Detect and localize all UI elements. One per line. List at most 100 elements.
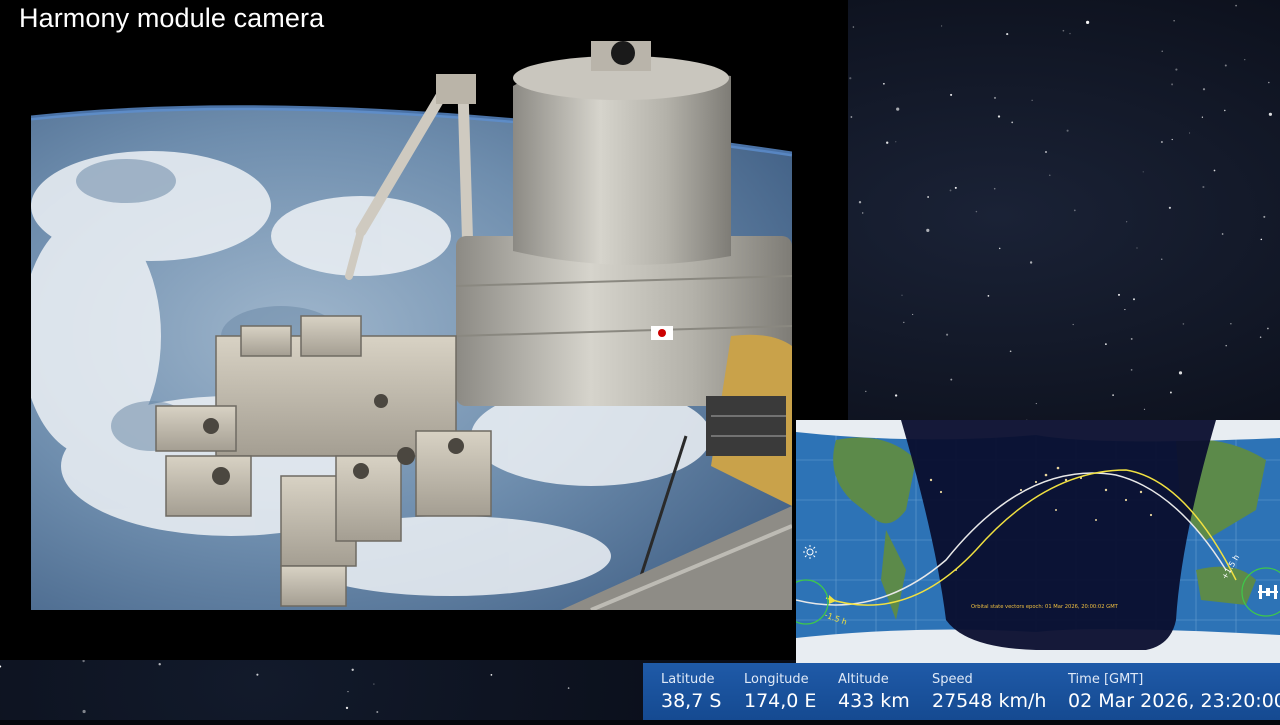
star [901,294,903,296]
star [1202,88,1206,91]
star [1086,20,1090,24]
star [1267,81,1270,84]
star [1268,112,1272,116]
time-value: 02 Mar 2026, 23:20:00 [1068,690,1280,712]
star [256,673,259,676]
star [376,711,379,713]
star [1221,233,1224,235]
star [896,107,900,111]
epoch-note: Orbital state vectors epoch: 01 Mar 2026… [971,604,1119,610]
altitude-value: 433 km [838,690,910,712]
star [1035,403,1037,405]
star [883,82,885,85]
ground-track-map: -1.5 h +1.5 h Orbital state vectors epoc… [796,420,1280,663]
star [1171,83,1174,86]
star [1202,185,1205,189]
star [1224,109,1226,112]
star [158,663,161,666]
star [1009,350,1012,353]
star [1112,394,1114,396]
telemetry-bar: Latitude 38,7 S Longitude 174,0 E Altitu… [643,663,1280,720]
star [849,77,852,80]
star [1105,343,1107,345]
earth-station-view [31,36,792,610]
star [950,378,953,381]
star [1062,29,1065,32]
star [1117,293,1121,296]
night-side [901,420,1216,650]
star [895,141,897,143]
star [1044,150,1048,154]
star [975,210,978,213]
speed-label: Speed [932,672,973,687]
star [567,687,570,689]
star [1143,408,1146,410]
longitude-label: Longitude [744,672,809,687]
star [1133,298,1135,301]
star [894,394,898,397]
star [949,189,952,192]
star [954,186,957,189]
star [950,93,953,96]
time-label: Time [GMT] [1068,672,1144,687]
star [1169,391,1172,394]
star [1130,337,1133,340]
star [1182,323,1185,325]
star [1235,4,1237,7]
star [1130,369,1133,371]
star [82,659,85,663]
star [1011,121,1014,124]
star [345,706,349,710]
star [850,116,853,118]
star [1136,247,1138,249]
altitude-label: Altitude [838,672,889,687]
star [903,321,905,324]
star [1230,323,1232,325]
star [490,674,493,676]
camera-title: Harmony module camera [19,3,325,33]
star [858,201,862,204]
star [997,115,1001,118]
star [1189,132,1191,134]
star [1160,140,1163,144]
star [865,390,867,393]
star [1126,221,1128,223]
star [373,683,375,685]
star [1029,261,1033,264]
star [912,313,914,315]
star [1031,99,1033,101]
star [926,228,930,232]
star [1072,323,1074,326]
star [1225,344,1227,347]
speed-value: 27548 km/h [932,690,1047,712]
star [987,295,990,297]
star [1171,138,1173,141]
star [946,333,949,336]
star [1175,68,1178,71]
star [1263,215,1266,218]
star [1201,116,1204,118]
star [1259,336,1262,338]
star [861,212,864,214]
star [1260,238,1263,241]
star [1049,174,1051,176]
star [1142,171,1144,173]
star [1161,50,1163,52]
star [1069,32,1071,35]
star [1168,206,1171,209]
star [351,668,354,671]
star [1213,169,1216,172]
world-map: -1.5 h +1.5 h Orbital state vectors epoc… [796,420,1280,663]
star [998,247,1001,250]
star [1006,33,1009,36]
star [941,25,943,27]
star [1161,258,1163,260]
star [1178,371,1183,375]
latitude-value: 38,7 S [661,690,722,712]
star [886,141,889,144]
star [0,665,2,668]
star [82,709,86,714]
star [1224,64,1227,67]
star [927,196,929,198]
star [993,96,997,99]
